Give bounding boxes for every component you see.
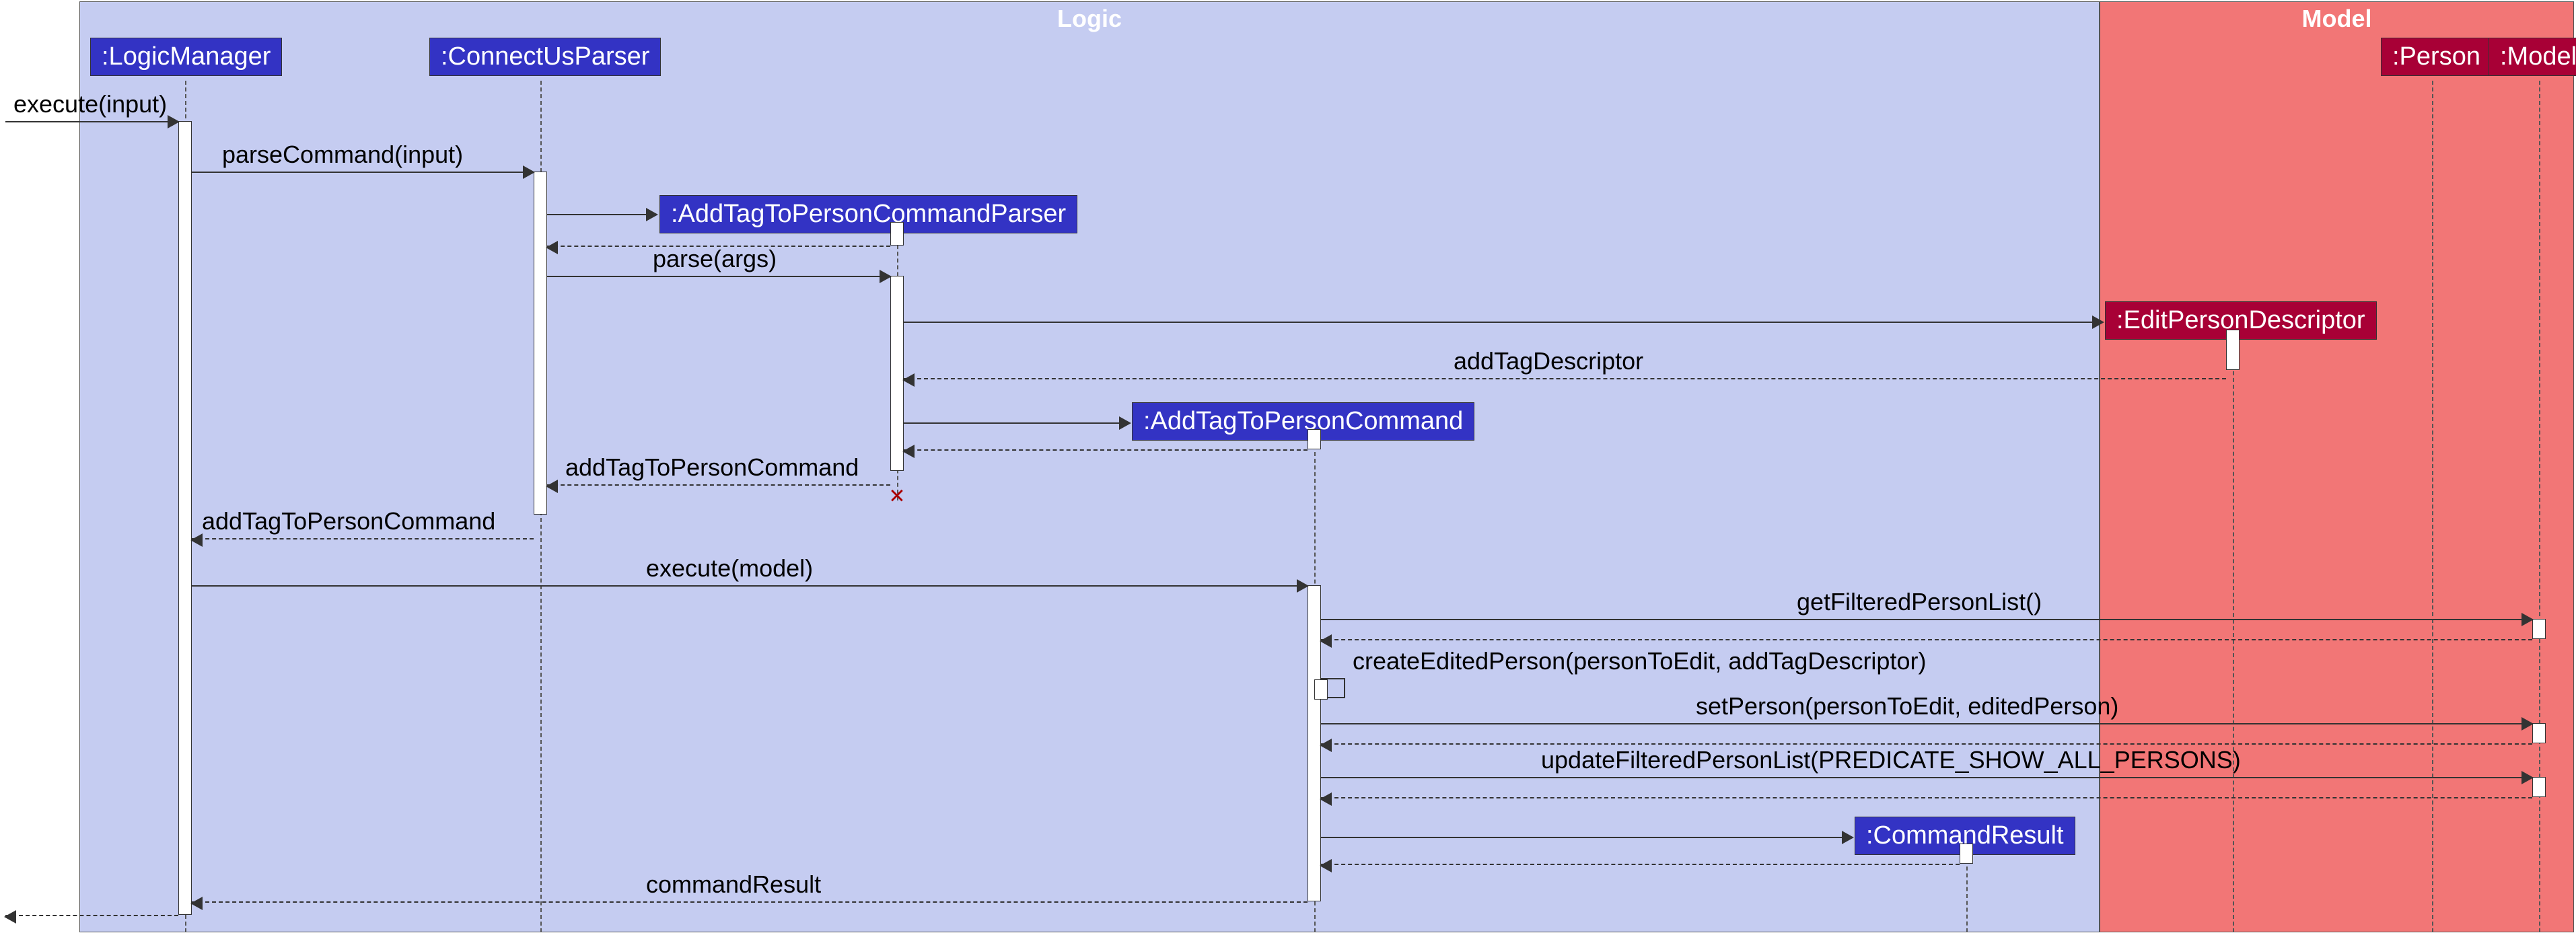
arrow-update-filtered xyxy=(1321,777,2532,778)
msg-execute-model: execute(model) xyxy=(646,554,813,583)
activation-self-call xyxy=(1314,679,1328,700)
participant-model: :Model xyxy=(2489,38,2576,76)
msg-create-edited-person: createEditedPerson(personToEdit, addTagD… xyxy=(1353,647,1926,675)
msg-update-filtered: updateFilteredPersonList(PREDICATE_SHOW_… xyxy=(1541,746,2241,774)
msg-parse-args: parse(args) xyxy=(653,245,777,273)
activation-model-2 xyxy=(2532,723,2546,743)
lifeline-command-result xyxy=(1966,860,1968,932)
participant-add-tag-command: :AddTagToPersonCommand xyxy=(1132,402,1474,441)
activation-model-1 xyxy=(2532,619,2546,639)
activation-connect-us-parser xyxy=(534,172,547,515)
arrow-return-create-command xyxy=(904,449,1308,451)
activation-command-result xyxy=(1960,844,1973,864)
activation-add-tag-parser-2 xyxy=(890,276,904,471)
arrow-return-command-1 xyxy=(547,484,890,486)
arrow-create-result xyxy=(1321,837,1853,838)
arrow-execute-input xyxy=(5,121,178,122)
msg-add-tag-descriptor: addTagDescriptor xyxy=(1454,347,1643,375)
arrow-parse-command xyxy=(192,172,534,173)
arrow-return-command-2 xyxy=(192,538,534,539)
arrow-return-external xyxy=(5,915,178,916)
partition-model: Model xyxy=(2100,1,2574,932)
arrow-create-command xyxy=(904,422,1130,424)
participant-person: :Person xyxy=(2381,38,2492,76)
activation-add-tag-command-1 xyxy=(1308,429,1321,449)
arrow-set-person xyxy=(1321,723,2532,724)
activation-model-3 xyxy=(2532,777,2546,797)
arrow-return-update-filtered xyxy=(1321,797,2532,798)
arrow-return-get-filtered xyxy=(1321,639,2532,640)
participant-add-tag-parser: :AddTagToPersonCommandParser xyxy=(659,195,1077,233)
lifeline-model xyxy=(2539,81,2540,932)
arrow-return-result xyxy=(1321,864,1960,865)
arrow-return-command-result xyxy=(192,901,1308,903)
activation-logic-manager xyxy=(178,121,192,915)
msg-parse-command: parseCommand(input) xyxy=(222,141,463,169)
msg-execute-input: execute(input) xyxy=(13,90,167,118)
msg-get-filtered: getFilteredPersonList() xyxy=(1797,588,2042,616)
arrow-execute-model xyxy=(192,585,1308,587)
arrow-return-descriptor xyxy=(904,378,2226,379)
destroy-parser: ✕ xyxy=(888,485,905,509)
msg-return-command-1: addTagToPersonCommand xyxy=(565,453,859,482)
partition-model-title: Model xyxy=(2100,5,2573,33)
arrow-get-filtered xyxy=(1321,619,2532,620)
participant-edit-person-descriptor: :EditPersonDescriptor xyxy=(2105,301,2377,340)
participant-connect-us-parser: :ConnectUsParser xyxy=(429,38,661,76)
activation-edit-person-descriptor xyxy=(2226,330,2240,370)
arrow-parse-args xyxy=(547,276,890,277)
activation-add-tag-parser-1 xyxy=(890,222,904,246)
arrow-create-parser xyxy=(547,214,657,215)
arrow-create-descriptor xyxy=(904,322,2103,323)
activation-add-tag-command-2 xyxy=(1308,585,1321,901)
lifeline-person xyxy=(2432,81,2433,932)
participant-logic-manager: :LogicManager xyxy=(90,38,282,76)
arrow-return-set-person xyxy=(1321,743,2532,745)
partition-logic-title: Logic xyxy=(80,5,2099,33)
msg-return-command-2: addTagToPersonCommand xyxy=(202,507,495,535)
msg-set-person: setPerson(personToEdit, editedPerson) xyxy=(1696,692,2118,720)
msg-command-result: commandResult xyxy=(646,870,821,899)
lifeline-edit-person-descriptor xyxy=(2233,344,2234,932)
